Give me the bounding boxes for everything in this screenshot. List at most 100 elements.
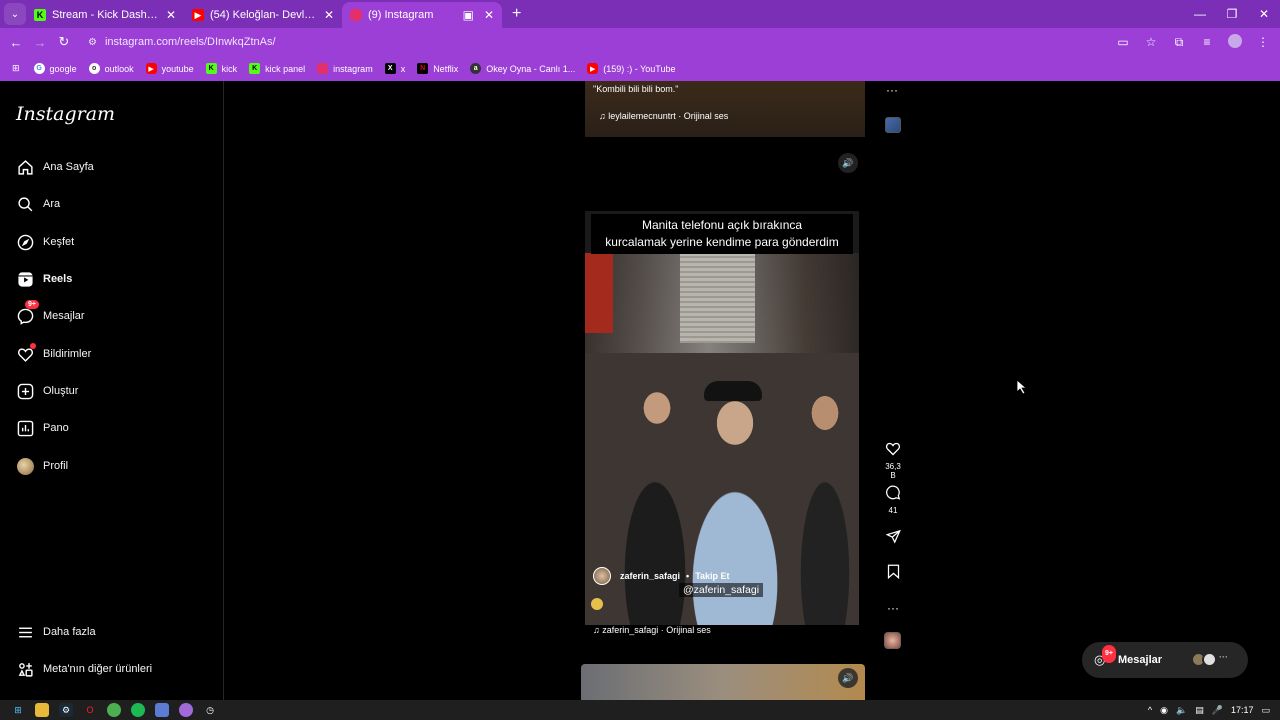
network-icon[interactable]: ▤ [1195, 705, 1204, 716]
instagram-icon [350, 9, 362, 21]
sidebar-item-label: Meta'nın diğer ürünleri [43, 663, 153, 675]
message-avatars: ··· [1191, 652, 1234, 667]
bookmark-netflix[interactable]: N Netflix [417, 63, 458, 74]
tab-search-button[interactable]: ⌄ [4, 3, 26, 25]
sidebar-item-messages[interactable]: 9+ Mesajlar [16, 300, 85, 325]
forward-icon[interactable]: → [28, 35, 52, 50]
sidebar-item-create[interactable]: Oluştur [16, 382, 78, 400]
previous-reel-audio[interactable]: ♫ leylailemecnuntrt · Orijinal ses [599, 111, 728, 121]
close-icon[interactable]: ✕ [484, 8, 494, 22]
kick-icon: K [205, 63, 217, 74]
media-icon[interactable]: ▣ [463, 8, 474, 22]
apps-grid-icon[interactable]: ⊞ [12, 63, 20, 74]
bookmark-kick-panel[interactable]: Kkick panel [249, 63, 305, 74]
sidebar-item-notifications[interactable]: Bildirimler [16, 343, 91, 363]
kick-icon: K [249, 63, 261, 74]
sidebar-item-meta-apps[interactable]: Meta'nın diğer ürünleri [16, 660, 152, 678]
sidebar-item-label: Pano [43, 422, 69, 434]
messages-pill[interactable]: ◎ 9+ Mesajlar ··· [1082, 642, 1248, 678]
bookmark-x[interactable]: Xx [384, 63, 405, 74]
close-icon[interactable]: ✕ [324, 8, 334, 22]
new-tab-button[interactable]: + [512, 5, 521, 23]
sidebar-item-home[interactable]: Ana Sayfa [16, 158, 94, 176]
restore-icon[interactable]: ❐ [1216, 7, 1248, 21]
next-reel-video[interactable] [581, 664, 865, 700]
author-avatar[interactable] [593, 567, 611, 585]
save-button[interactable] [882, 564, 904, 583]
bookmark-instagram[interactable]: instagram [317, 63, 373, 74]
notification-icon[interactable]: ▭ [1261, 705, 1270, 716]
windows-start-icon[interactable]: ⊞ [11, 703, 25, 717]
sidebar-item-label: Reels [43, 273, 73, 285]
messenger-icon: 9+ [16, 300, 39, 325]
bookmark-star-icon[interactable]: ☆ [1140, 35, 1162, 49]
sidebar-item-search[interactable]: Ara [16, 195, 60, 213]
close-window-icon[interactable]: ✕ [1248, 7, 1280, 21]
sidebar-item-explore[interactable]: Keşfet [16, 233, 74, 251]
kebab-menu-icon[interactable]: ⋮ [1252, 35, 1274, 49]
steam-icon[interactable]: ⚙ [59, 703, 73, 717]
volume-icon[interactable]: 🔊 [838, 153, 858, 173]
cast-icon[interactable]: ▭ [1112, 35, 1134, 49]
clock-time[interactable]: 17:17 [1231, 705, 1254, 715]
opera-icon[interactable]: O [83, 703, 97, 717]
profile-avatar[interactable] [1224, 33, 1246, 51]
tab-instagram[interactable]: (9) Instagram ▣ ✕ [342, 2, 502, 28]
chevron-up-icon[interactable]: ^ [1148, 705, 1152, 715]
comment-button[interactable]: 41 [882, 485, 904, 515]
instagram-icon [317, 63, 329, 74]
bookmark-youtube[interactable]: ▶ youtube [145, 63, 194, 74]
spotify-icon[interactable] [131, 703, 145, 717]
avatar [16, 457, 34, 475]
sidebar-item-profile[interactable]: Profil [16, 457, 68, 475]
avatar [1202, 652, 1217, 667]
close-icon[interactable]: ✕ [166, 8, 176, 22]
media-control-icon[interactable]: ≡ [1196, 35, 1218, 49]
audio-thumbnail[interactable] [884, 632, 901, 649]
reel-audio-link[interactable]: ♫ zaferin_safagi · Orijinal ses [593, 625, 711, 635]
clock-app-icon[interactable]: ◷ [203, 703, 217, 717]
file-explorer-icon[interactable] [35, 703, 49, 717]
shop-sign [585, 253, 613, 333]
tab-kick-dashboard[interactable]: K Stream - Kick Dashboard ✕ [26, 2, 184, 28]
tab-title: (9) Instagram [368, 9, 434, 21]
previous-more-icon[interactable]: ··· [886, 83, 898, 97]
minimize-icon[interactable]: — [1184, 7, 1216, 21]
reload-icon[interactable]: ↻ [52, 34, 76, 50]
tab-title: (54) Keloğlan- Devlerin tartışma... [210, 9, 320, 21]
heart-icon [16, 343, 36, 363]
microphone-icon[interactable]: 🎤 [1212, 705, 1223, 716]
author-username[interactable]: zaferin_safagi [620, 571, 680, 581]
sidebar-item-more[interactable]: Daha fazla [16, 623, 96, 641]
back-icon[interactable]: ← [4, 35, 28, 50]
follow-button[interactable]: Takip Et [695, 571, 729, 581]
previous-reel-video[interactable]: "Kombili bili bili bom." ♫ leylailemecnu… [585, 81, 865, 137]
reel-video[interactable]: Manita telefonu açık bırakınca kurcalama… [585, 211, 859, 625]
speaker-icon[interactable]: 🔈 [1176, 705, 1187, 716]
like-count: 36,3 B [885, 462, 901, 480]
tab-youtube[interactable]: ▶ (54) Keloğlan- Devlerin tartışma... ✕ [184, 2, 342, 28]
messenger-icon: ◎ 9+ [1094, 645, 1116, 668]
bookmark-google[interactable]: Ggoogle [33, 63, 77, 74]
more-options-icon[interactable]: ··· [882, 601, 904, 615]
sidebar-item-reels[interactable]: Reels [16, 270, 72, 288]
url-bar[interactable]: ⚙ instagram.com/reels/DInwkqZtnAs/ [80, 31, 1165, 53]
site-info-icon[interactable]: ⚙ [88, 37, 97, 48]
previous-audio-thumbnail[interactable] [885, 117, 901, 133]
chrome-icon[interactable] [107, 703, 121, 717]
like-button[interactable]: 36,3 B [882, 441, 904, 480]
sidebar-item-dashboard[interactable]: Pano [16, 419, 69, 437]
bookmark-outlook[interactable]: o outlook [88, 63, 134, 74]
separator: • [686, 571, 690, 581]
bookmark-youtube-159[interactable]: ▶ (159) :) - YouTube [587, 63, 675, 74]
volume-icon[interactable]: 🔊 [838, 668, 858, 688]
extensions-icon[interactable]: ⧉ [1168, 35, 1190, 50]
tray-app-icon[interactable]: ◉ [1160, 705, 1168, 716]
bookmark-kick[interactable]: Kkick [205, 63, 237, 74]
chrome-active-icon[interactable] [179, 703, 193, 717]
instagram-logo[interactable]: Instagram [16, 103, 115, 125]
bookmark-okey[interactable]: a Okey Oyna - Canlı 1... [470, 63, 575, 74]
app-icon[interactable] [155, 703, 169, 717]
reels-icon [16, 270, 34, 288]
share-button[interactable] [882, 529, 904, 548]
